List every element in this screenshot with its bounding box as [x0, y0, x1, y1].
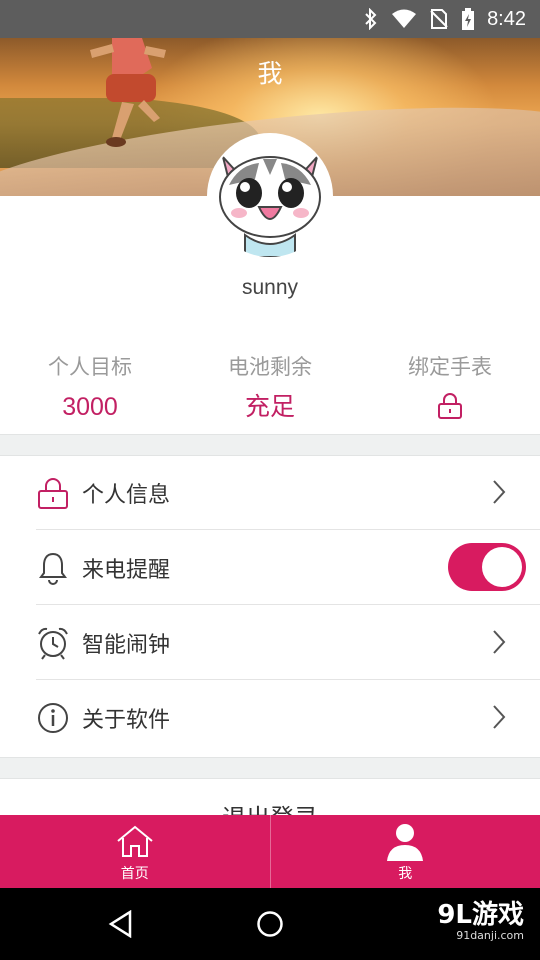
- settings-menu: 个人信息 来电提醒 智能闹钟 关于软件: [0, 455, 540, 755]
- chevron-right-icon: [492, 704, 506, 734]
- stat-bind-watch[interactable]: 绑定手表: [360, 350, 540, 434]
- no-sim-icon: [429, 9, 449, 29]
- menu-item-label: 关于软件: [82, 707, 171, 733]
- menu-item-label: 来电提醒: [82, 557, 171, 583]
- user-icon: [385, 821, 425, 861]
- stat-personal-goal[interactable]: 个人目标 3000: [0, 350, 180, 434]
- stat-label: 绑定手表: [408, 355, 492, 379]
- status-bar: 8:42: [0, 0, 540, 38]
- back-icon[interactable]: [108, 909, 134, 942]
- tab-label: 我: [398, 866, 413, 882]
- page-title: 我: [257, 59, 283, 88]
- section-divider: [0, 757, 540, 779]
- logout-label: 退出登录: [0, 798, 540, 815]
- menu-item-label: 智能闹钟: [82, 632, 171, 658]
- status-time: 8:42: [487, 7, 526, 30]
- wifi-icon: [391, 9, 417, 29]
- cat-avatar-image: [209, 135, 331, 257]
- menu-item-call-reminder[interactable]: 来电提醒: [0, 530, 540, 605]
- menu-item-about[interactable]: 关于软件: [0, 680, 540, 755]
- tab-label: 首页: [120, 866, 149, 882]
- stat-value: 3000: [62, 393, 118, 421]
- bell-icon: [36, 551, 70, 585]
- stats-row: 个人目标 3000 电池剩余 充足 绑定手表: [0, 350, 540, 434]
- chevron-right-icon: [492, 479, 506, 509]
- avatar[interactable]: [209, 135, 331, 257]
- watermark-site: 91danji.com: [456, 929, 524, 942]
- home-nav-icon[interactable]: [256, 910, 284, 942]
- chevron-right-icon: [492, 629, 506, 659]
- logout-button[interactable]: 退出登录: [0, 778, 540, 815]
- tab-home[interactable]: 首页: [0, 815, 270, 888]
- system-nav-bar: 9L游戏 91danji.com: [0, 888, 540, 960]
- watermark-brand: 9L游戏: [437, 900, 524, 930]
- menu-item-personal-info[interactable]: 个人信息: [0, 455, 540, 530]
- stat-label: 个人目标: [48, 355, 132, 379]
- section-divider: [0, 434, 540, 456]
- menu-item-label: 个人信息: [82, 482, 171, 508]
- home-icon: [115, 821, 155, 861]
- bluetooth-icon: [363, 8, 379, 30]
- lock-icon: [36, 476, 70, 510]
- menu-item-smart-alarm[interactable]: 智能闹钟: [0, 605, 540, 680]
- stat-battery: 电池剩余 充足: [180, 350, 360, 434]
- username: sunny: [241, 276, 299, 299]
- alarm-clock-icon: [36, 626, 70, 660]
- call-reminder-toggle[interactable]: [448, 543, 526, 591]
- battery-charging-icon: [461, 8, 475, 30]
- tab-me[interactable]: 我: [269, 815, 540, 888]
- lock-icon: [437, 392, 463, 422]
- info-icon: [36, 701, 70, 735]
- stat-value: 充足: [244, 393, 295, 421]
- watermark: 9L游戏 91danji.com: [437, 900, 524, 942]
- stat-label: 电池剩余: [228, 355, 312, 379]
- bottom-tab-bar: 首页 我: [0, 815, 540, 888]
